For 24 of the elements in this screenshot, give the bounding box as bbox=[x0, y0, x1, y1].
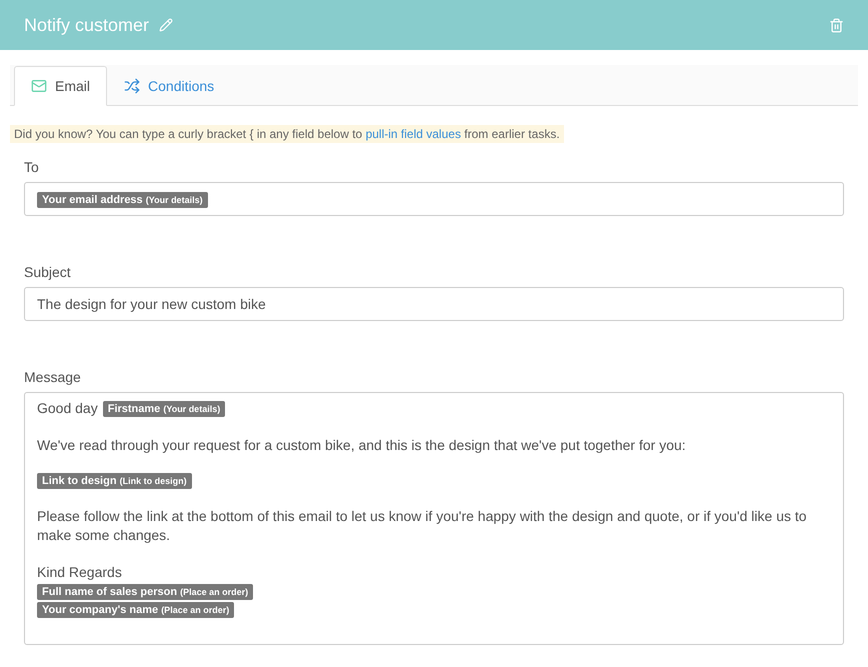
subject-field[interactable]: The design for your new custom bike bbox=[24, 287, 844, 321]
message-text: Please follow the link at the bottom of this email to let us know if you're happy with the design and quote, or if you'd like us to make some changes. bbox=[37, 507, 808, 545]
field-label: Subject bbox=[24, 264, 72, 280]
field-token[interactable]: Firstname (Your details) bbox=[102, 400, 226, 416]
envelope-icon bbox=[31, 78, 47, 94]
shuffle-icon bbox=[124, 78, 140, 94]
message-field[interactable] bbox=[24, 392, 844, 645]
task-title: Notify customer bbox=[24, 14, 150, 36]
edit-icon[interactable] bbox=[159, 18, 174, 32]
tab[interactable]: Conditions bbox=[107, 66, 232, 106]
tip-text: Did you know? You can type a curly bracket { in any field below to pull-in field values from earlier tasks. bbox=[10, 125, 564, 143]
message-text: Good day bbox=[37, 399, 98, 418]
field-label: Message bbox=[24, 369, 82, 385]
field-token[interactable]: Full name of sales person (Place an order) bbox=[37, 584, 254, 600]
tip-link[interactable]: pull-in field values bbox=[366, 127, 461, 141]
delete-button[interactable] bbox=[829, 18, 844, 32]
message-text: Kind Regards bbox=[37, 563, 122, 582]
field-token[interactable]: Your company's name (Place an order) bbox=[37, 602, 234, 618]
message-text: We've read through your request for a custom bike, and this is the design that we've put together for you: bbox=[37, 436, 686, 455]
tab[interactable]: Email bbox=[14, 66, 108, 106]
field-token[interactable]: Link to design (Link to design) bbox=[37, 473, 192, 489]
field-label: To bbox=[24, 159, 40, 175]
field-token[interactable]: Your email address (Your details) bbox=[37, 192, 208, 208]
to-field[interactable]: Your email address (Your details) bbox=[24, 182, 844, 216]
